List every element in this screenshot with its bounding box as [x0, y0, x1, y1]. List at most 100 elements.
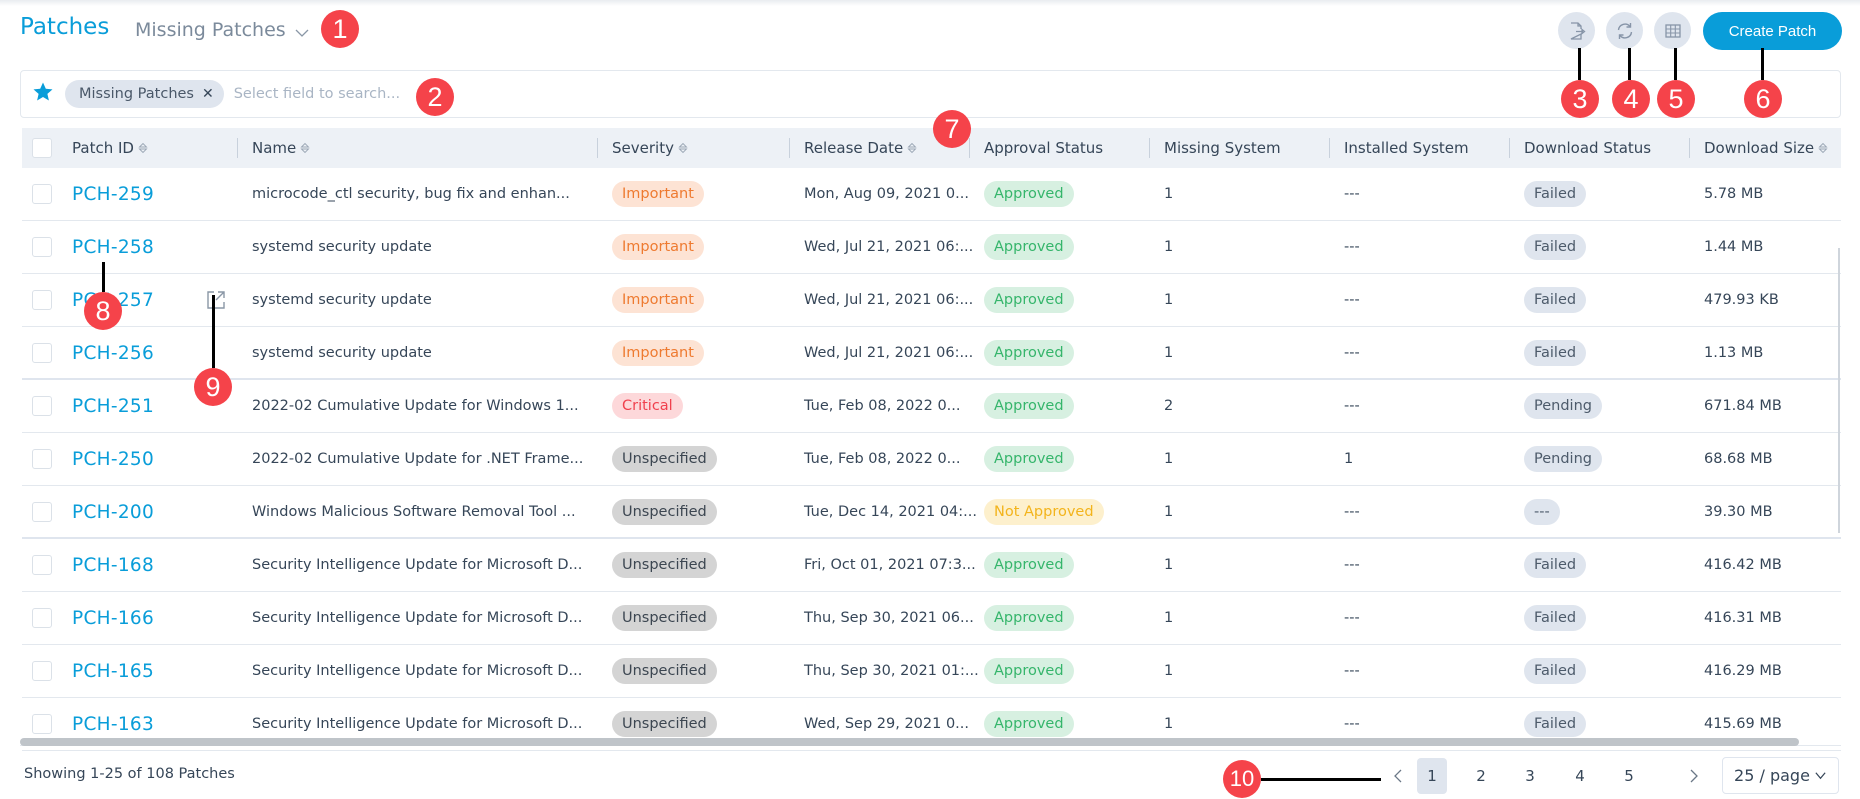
table-row[interactable]: PCH-256 systemd security update Important W… [22, 327, 1841, 380]
filter-chip-label: Missing Patches [79, 86, 194, 102]
table-row[interactable]: PCH-166 Security Intelligence Update for … [22, 592, 1841, 645]
row-checkbox[interactable] [32, 449, 52, 469]
row-checkbox[interactable] [32, 237, 52, 257]
sort-icon[interactable] [138, 141, 148, 155]
next-page-button[interactable] [1682, 758, 1706, 794]
column-separator[interactable] [1509, 138, 1510, 158]
column-header-severity[interactable]: Severity [612, 128, 688, 168]
cell-approval: Approved [984, 380, 1074, 432]
column-header-download-size[interactable]: Download Size [1704, 128, 1828, 168]
approval-status-badge: Approved [984, 658, 1074, 684]
row-checkbox[interactable] [32, 184, 52, 204]
remove-filter-icon[interactable]: ✕ [202, 86, 214, 102]
refresh-button[interactable] [1606, 12, 1643, 49]
cell-id: PCH-166 [72, 592, 154, 644]
page-button-1[interactable]: 1 [1417, 758, 1447, 794]
create-patch-button[interactable]: Create Patch [1703, 12, 1842, 50]
cell-id: PCH-165 [72, 645, 154, 697]
column-separator[interactable] [597, 138, 598, 158]
column-header-download-status: Download Status [1524, 128, 1651, 168]
column-separator[interactable] [1149, 138, 1150, 158]
row-checkbox[interactable] [32, 714, 52, 734]
open-in-new-tab-icon[interactable] [204, 288, 228, 312]
prev-page-button[interactable] [1386, 758, 1410, 794]
table-row[interactable]: PCH-258 systemd security update Important W… [22, 221, 1841, 274]
table-row[interactable]: PCH-165 Security Intelligence Update for … [22, 645, 1841, 698]
page-button-5[interactable]: 5 [1614, 758, 1644, 794]
patch-id-link[interactable]: PCH-256 [72, 343, 154, 364]
page-button-3[interactable]: 3 [1515, 758, 1545, 794]
row-checkbox[interactable] [32, 555, 52, 575]
patch-id-link[interactable]: PCH-168 [72, 555, 154, 576]
page-button-2[interactable]: 2 [1466, 758, 1496, 794]
cell-text: 2022-02 Cumulative Update for Windows 1.… [252, 398, 579, 414]
severity-badge: Important [612, 340, 704, 366]
column-separator[interactable] [789, 138, 790, 158]
patch-id-link[interactable]: PCH-163 [72, 714, 154, 735]
export-button[interactable] [1558, 12, 1595, 49]
table-row[interactable]: PCH-259 microcode_ctl security, bug fix a… [22, 168, 1841, 221]
column-header-release-date[interactable]: Release Date [804, 128, 917, 168]
patch-id-link[interactable]: PCH-166 [72, 608, 154, 629]
patch-id-link[interactable]: PCH-251 [72, 396, 154, 417]
download-status-badge: Failed [1524, 181, 1587, 207]
cell-size: 671.84 MB [1704, 380, 1782, 432]
row-checkbox[interactable] [32, 343, 52, 363]
row-checkbox[interactable] [32, 661, 52, 681]
cell-download-status: Failed [1524, 168, 1587, 220]
severity-badge: Important [612, 287, 704, 313]
table-row[interactable]: PCH-200 Windows Malicious Software Remova… [22, 486, 1841, 539]
download-status-badge: Failed [1524, 658, 1587, 684]
row-checkbox[interactable] [32, 290, 52, 310]
export-icon [1570, 21, 1586, 40]
table-row[interactable]: PCH-168 Security Intelligence Update for … [22, 539, 1841, 592]
sort-icon[interactable] [678, 141, 688, 155]
approval-status-badge: Approved [984, 446, 1074, 472]
patch-id-link[interactable]: PCH-200 [72, 502, 154, 523]
column-header-name[interactable]: Name [252, 128, 310, 168]
cell-size: 416.29 MB [1704, 645, 1782, 697]
table-row[interactable]: PCH-257systemd security updateImportantW… [22, 274, 1841, 327]
patch-id-link[interactable]: PCH-250 [72, 449, 154, 470]
column-separator[interactable] [1329, 138, 1330, 158]
sort-icon[interactable] [300, 141, 310, 155]
cell-text: --- [1344, 610, 1360, 626]
cell-missing: 1 [1164, 592, 1173, 644]
cell-text: 1 [1164, 345, 1174, 361]
annotation-badge-5: 5 [1657, 80, 1695, 118]
select-all-checkbox[interactable] [32, 138, 52, 158]
cell-name: Windows Malicious Software Removal Tool … [252, 486, 576, 538]
table-row[interactable]: PCH-251 2022-02 Cumulative Update for Win… [22, 380, 1841, 433]
download-status-badge: --- [1524, 499, 1560, 525]
table-row[interactable]: PCH-250 2022-02 Cumulative Update for .NE… [22, 433, 1841, 486]
row-checkbox[interactable] [32, 396, 52, 416]
column-separator[interactable] [969, 138, 970, 158]
vertical-scrollbar[interactable] [1838, 248, 1840, 533]
column-separator[interactable] [237, 138, 238, 158]
favorite-star-icon[interactable] [31, 80, 55, 108]
cell-text: 1 [1164, 451, 1174, 467]
row-checkbox[interactable] [32, 502, 52, 522]
search-input[interactable] [233, 86, 534, 102]
sort-icon[interactable] [907, 141, 917, 155]
column-header-patch-id[interactable]: Patch ID [72, 128, 148, 168]
cell-text: Security Intelligence Update for Microso… [252, 610, 583, 626]
cell-missing: 1 [1164, 645, 1173, 697]
column-settings-button[interactable] [1654, 12, 1691, 49]
view-selector[interactable]: Missing Patches [135, 19, 310, 41]
cell-text: 479.93 KB [1704, 292, 1779, 308]
approval-status-badge: Approved [984, 181, 1074, 207]
patch-id-link[interactable]: PCH-165 [72, 661, 154, 682]
horizontal-scrollbar[interactable] [20, 738, 1799, 746]
cell-severity: Unspecified [612, 592, 717, 644]
cell-severity: Unspecified [612, 486, 717, 538]
page-size-select[interactable]: 25 / page [1722, 757, 1839, 794]
cell-text: 1 [1164, 557, 1174, 573]
patch-id-link[interactable]: PCH-259 [72, 184, 154, 205]
patch-id-link[interactable]: PCH-258 [72, 237, 154, 258]
cell-missing: 2 [1164, 380, 1173, 432]
page-button-4[interactable]: 4 [1565, 758, 1595, 794]
row-checkbox[interactable] [32, 608, 52, 628]
sort-icon[interactable] [1818, 141, 1828, 155]
column-separator[interactable] [1689, 138, 1690, 158]
